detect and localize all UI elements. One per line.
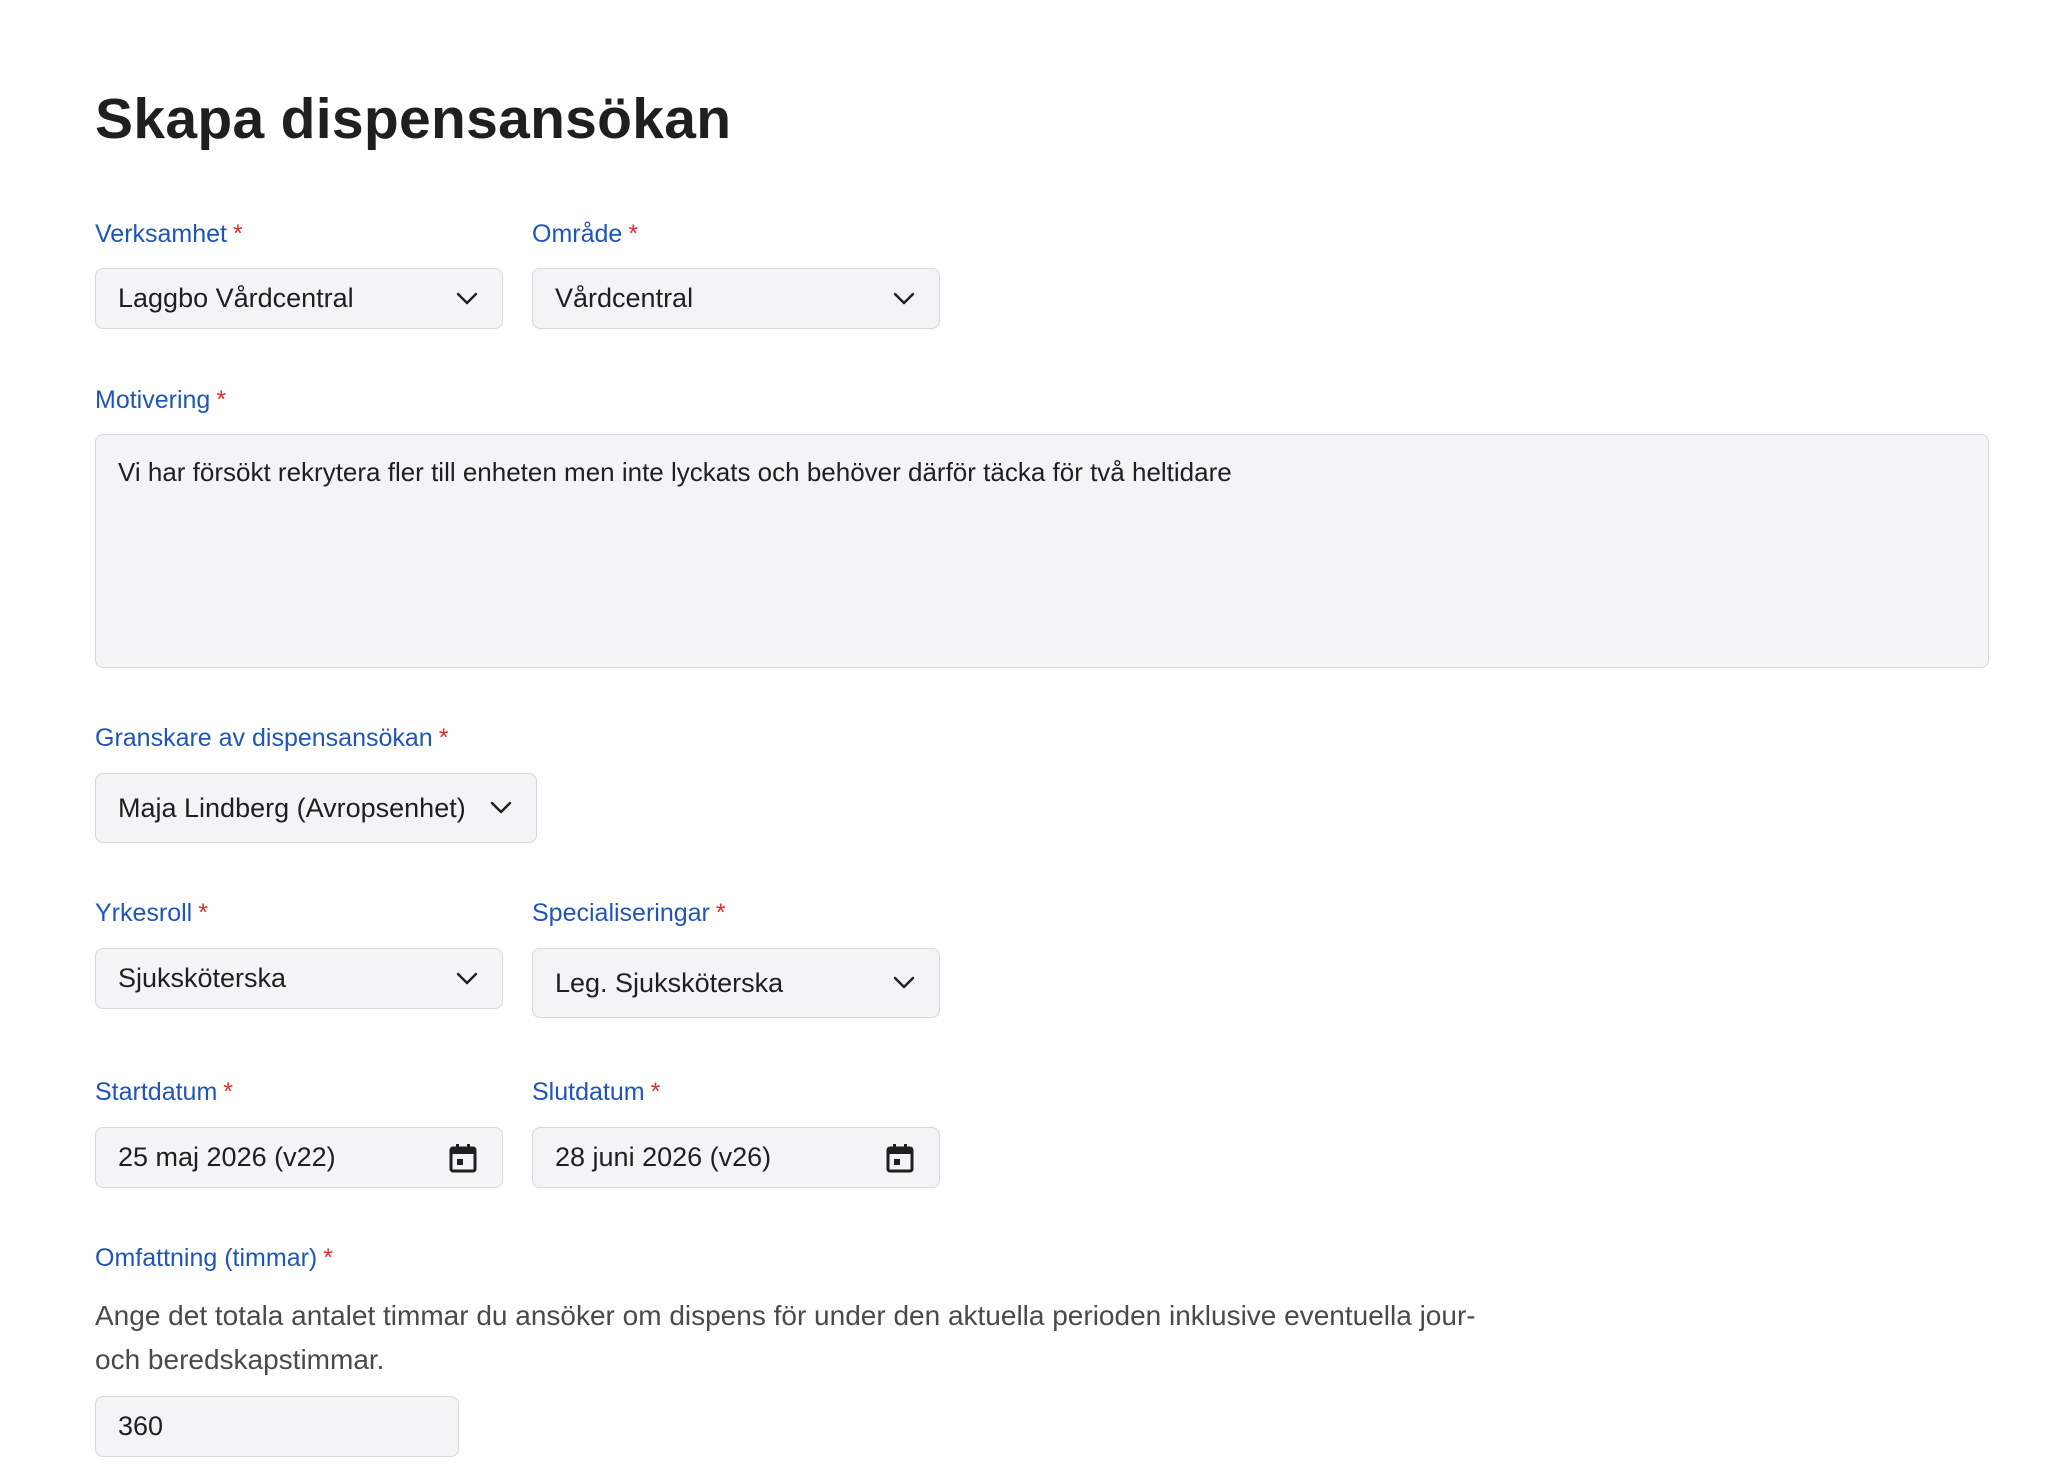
slutdatum-value: 28 juni 2026 (v26) [555, 1142, 772, 1172]
slutdatum-label: Slutdatum * [532, 1077, 660, 1107]
omfattning-value: 360 [118, 1411, 164, 1441]
granskare-select[interactable]: Maja Lindberg (Avropsenhet) [95, 773, 537, 843]
motivering-value: Vi har försökt rekrytera fler till enhet… [118, 457, 1232, 487]
calendar-icon[interactable] [883, 1141, 917, 1175]
required-marker: * [650, 1078, 661, 1106]
omrade-label-text: Område [532, 220, 623, 248]
required-marker: * [323, 1244, 333, 1272]
motivering-textarea[interactable]: Vi har försökt rekrytera fler till enhet… [95, 434, 1989, 668]
granskare-value: Maja Lindberg (Avropsenhet) [118, 792, 466, 823]
required-marker: * [198, 899, 208, 927]
specialiseringar-select[interactable]: Leg. Sjuksköterska [532, 948, 940, 1018]
chevron-down-icon [454, 286, 480, 312]
omfattning-label: Omfattning (timmar) * [95, 1243, 333, 1273]
omfattning-input[interactable]: 360 [95, 1396, 459, 1457]
startdatum-value: 25 maj 2026 (v22) [118, 1142, 336, 1172]
startdatum-label-text: Startdatum [95, 1078, 218, 1106]
verksamhet-label: Verksamhet * [95, 219, 243, 249]
slutdatum-input[interactable]: 28 juni 2026 (v26) [532, 1127, 940, 1188]
calendar-icon[interactable] [446, 1141, 480, 1175]
granskare-label: Granskare av dispensansökan * [95, 723, 448, 753]
yrkesroll-label-text: Yrkesroll [95, 899, 193, 927]
page-title: Skapa dispensansökan [95, 87, 732, 151]
specialiseringar-label: Specialiseringar * [532, 898, 726, 928]
required-marker: * [216, 386, 227, 414]
chevron-down-icon [454, 966, 480, 992]
motivering-label: Motivering * [95, 385, 226, 415]
required-marker: * [223, 1078, 234, 1106]
omrade-label: Område * [532, 219, 638, 249]
slutdatum-label-text: Slutdatum [532, 1078, 645, 1106]
granskare-label-text: Granskare av dispensansökan [95, 724, 433, 752]
startdatum-input[interactable]: 25 maj 2026 (v22) [95, 1127, 503, 1188]
verksamhet-label-text: Verksamhet [95, 220, 228, 248]
chevron-down-icon [891, 970, 917, 996]
yrkesroll-value: Sjuksköterska [118, 963, 287, 993]
verksamhet-value: Laggbo Vårdcentral [118, 283, 354, 313]
yrkesroll-select[interactable]: Sjuksköterska [95, 948, 503, 1009]
required-marker: * [715, 899, 726, 927]
chevron-down-icon [891, 286, 917, 312]
omrade-select[interactable]: Vårdcentral [532, 268, 940, 329]
verksamhet-select[interactable]: Laggbo Vårdcentral [95, 268, 503, 329]
required-marker: * [233, 220, 243, 248]
omrade-value: Vårdcentral [555, 283, 694, 313]
required-marker: * [438, 724, 449, 752]
page: Skapa dispensansökan Verksamhet * Laggbo … [0, 0, 2070, 1478]
motivering-label-text: Motivering [95, 386, 211, 414]
required-marker: * [628, 220, 639, 248]
omfattning-label-text: Omfattning (timmar) [95, 1244, 318, 1272]
specialiseringar-label-text: Specialiseringar [532, 899, 710, 927]
specialiseringar-value: Leg. Sjuksköterska [555, 967, 784, 998]
chevron-down-icon [488, 795, 514, 821]
startdatum-label: Startdatum * [95, 1077, 233, 1107]
omfattning-helper-text: Ange det totala antalet timmar du ansöke… [95, 1300, 1476, 1375]
yrkesroll-label: Yrkesroll * [95, 898, 208, 928]
